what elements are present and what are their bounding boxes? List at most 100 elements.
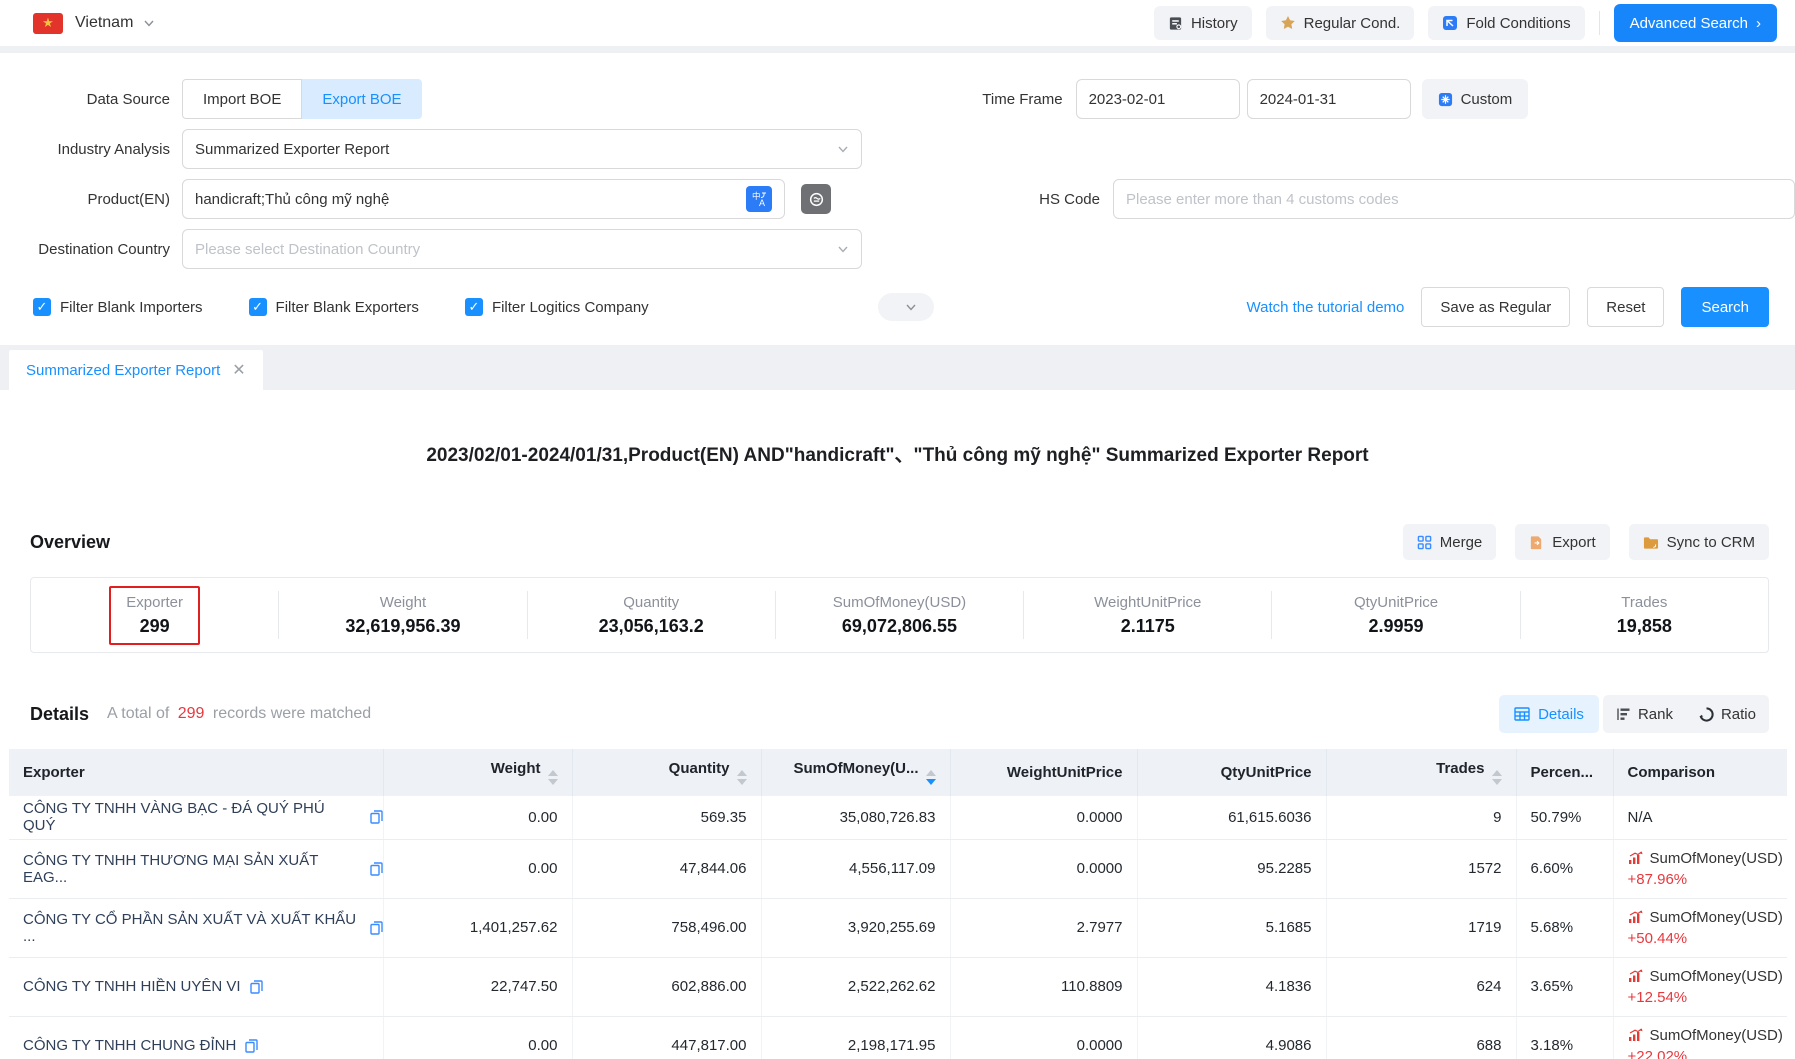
cell-quantity: 47,844.06 xyxy=(572,839,761,898)
import-boe-button[interactable]: Import BOE xyxy=(182,79,302,119)
chart-up-icon xyxy=(1628,851,1643,865)
star-icon xyxy=(1280,15,1296,31)
filter-blank-exporters-checkbox[interactable]: ✓ Filter Blank Exporters xyxy=(249,298,419,316)
col-comparison[interactable]: Comparison xyxy=(1613,749,1787,796)
form-row-industry: Industry Analysis Summarized Exporter Re… xyxy=(0,129,1795,169)
cell-weight: 0.00 xyxy=(383,796,572,839)
table-row[interactable]: CÔNG TY CỔ PHẦN SẢN XUẤT VÀ XUẤT KHẨU ..… xyxy=(9,898,1787,957)
custom-range-button[interactable]: Custom xyxy=(1422,79,1529,119)
collapse-conditions-button[interactable] xyxy=(878,293,934,321)
product-en-label: Product(EN) xyxy=(0,191,170,208)
exporter-name[interactable]: CÔNG TY CỔ PHẦN SẢN XUẤT VÀ XUẤT KHẨU ..… xyxy=(23,911,361,945)
close-icon[interactable]: ✕ xyxy=(232,360,245,380)
translate-icon[interactable]: 中A xyxy=(746,186,772,212)
table-row[interactable]: CÔNG TY TNHH CHUNG ĐỈNH 0.00 447,817.00 … xyxy=(9,1016,1787,1059)
filter-logitics-company-checkbox[interactable]: ✓ Filter Logitics Company xyxy=(465,298,649,316)
stat-value: 299 xyxy=(140,616,170,637)
stat-qty-unit-price: QtyUnitPrice 2.9959 xyxy=(1272,591,1520,639)
view-ratio-button[interactable]: Ratio xyxy=(1686,695,1769,733)
filter-blank-importers-checkbox[interactable]: ✓ Filter Blank Importers xyxy=(33,298,203,316)
stat-weight-unit-price: WeightUnitPrice2.1175 xyxy=(1024,591,1272,639)
sort-icon[interactable] xyxy=(548,770,558,785)
cell-weight: 1,401,257.62 xyxy=(383,898,572,957)
destination-country-select[interactable]: Please select Destination Country xyxy=(182,229,862,269)
exporter-name[interactable]: CÔNG TY TNHH CHUNG ĐỈNH xyxy=(23,1037,236,1054)
cell-qup: 61,615.6036 xyxy=(1137,796,1326,839)
sort-icon[interactable] xyxy=(1492,770,1502,785)
advanced-search-button[interactable]: Advanced Search › xyxy=(1614,4,1777,42)
table-row[interactable]: CÔNG TY TNHH HIỀN UYÊN VI 22,747.50 602,… xyxy=(9,957,1787,1016)
col-percent[interactable]: Percen... xyxy=(1516,749,1613,796)
checkbox-checked-icon: ✓ xyxy=(249,298,267,316)
table-row[interactable]: CÔNG TY TNHH THƯƠNG MẠI SẢN XUẤT EAG... … xyxy=(9,839,1787,898)
exporter-name[interactable]: CÔNG TY TNHH HIỀN UYÊN VI xyxy=(23,978,241,995)
exporter-highlight-box: Exporter 299 xyxy=(109,586,200,645)
reset-button[interactable]: Reset xyxy=(1587,287,1664,327)
exporter-name[interactable]: CÔNG TY TNHH THƯƠNG MẠI SẢN XUẤT EAG... xyxy=(23,852,361,886)
date-from-field[interactable] xyxy=(1076,79,1240,119)
stat-label: Quantity xyxy=(623,594,679,611)
rank-icon xyxy=(1616,707,1631,721)
cell-trades: 688 xyxy=(1326,1016,1516,1059)
topbar: ★ Vietnam History Regular Cond. Fold Con… xyxy=(0,0,1795,46)
stat-label: QtyUnitPrice xyxy=(1354,594,1438,611)
col-weight[interactable]: Weight xyxy=(383,749,572,796)
exporter-name[interactable]: CÔNG TY TNHH VÀNG BẠC - ĐÁ QUÝ PHÚ QUÝ xyxy=(23,800,361,834)
stat-label: Trades xyxy=(1621,594,1667,611)
copy-icon[interactable] xyxy=(370,862,383,876)
col-sum-of-money[interactable]: SumOfMoney(U... xyxy=(761,749,950,796)
col-quantity[interactable]: Quantity xyxy=(572,749,761,796)
country-selector-label[interactable]: Vietnam xyxy=(75,14,133,32)
chevron-down-icon[interactable] xyxy=(143,17,155,29)
cell-sum: 2,522,262.62 xyxy=(761,957,950,1016)
col-qty-unit-price[interactable]: QtyUnitPrice xyxy=(1137,749,1326,796)
cell-qup: 4.1836 xyxy=(1137,957,1326,1016)
save-as-regular-button[interactable]: Save as Regular xyxy=(1421,287,1570,327)
form-row-datasource: Data Source Import BOE Export BOE Option… xyxy=(0,79,1795,119)
export-button[interactable]: Export xyxy=(1515,524,1609,560)
copy-icon[interactable] xyxy=(250,980,263,994)
chevron-down-icon xyxy=(905,301,917,313)
checkbox-checked-icon: ✓ xyxy=(465,298,483,316)
cell-wup: 2.7977 xyxy=(950,898,1137,957)
matched-prefix: A total of xyxy=(107,705,169,722)
product-en-input[interactable] xyxy=(195,191,746,208)
view-rank-label: Rank xyxy=(1638,706,1673,723)
tab-summarized-exporter-report[interactable]: Summarized Exporter Report ✕ xyxy=(9,350,263,390)
regular-cond-button[interactable]: Regular Cond. xyxy=(1266,6,1415,40)
merge-button[interactable]: Merge xyxy=(1403,524,1497,560)
sync-to-crm-button[interactable]: Sync to CRM xyxy=(1629,524,1769,560)
details-table-wrap: Exporter Weight Quantity SumOfMoney(U...… xyxy=(9,749,1786,1059)
col-exporter[interactable]: Exporter xyxy=(9,749,383,796)
fuzzy-match-icon[interactable] xyxy=(801,184,831,214)
col-weight-unit-price[interactable]: WeightUnitPrice xyxy=(950,749,1137,796)
industry-analysis-select[interactable]: Summarized Exporter Report xyxy=(182,129,862,169)
data-source-label: Data Source xyxy=(0,91,170,108)
stat-value: 19,858 xyxy=(1617,616,1672,637)
history-button[interactable]: History xyxy=(1154,6,1252,40)
date-to-field[interactable] xyxy=(1247,79,1411,119)
view-details-button[interactable]: Details xyxy=(1499,695,1599,733)
product-en-field[interactable]: 中A xyxy=(182,179,785,219)
copy-icon[interactable] xyxy=(370,921,383,935)
sort-icon-active-desc[interactable] xyxy=(926,770,936,785)
col-trades[interactable]: Trades xyxy=(1326,749,1516,796)
stat-label: WeightUnitPrice xyxy=(1094,594,1201,611)
copy-icon[interactable] xyxy=(370,810,383,824)
stat-value: 2.9959 xyxy=(1369,616,1424,637)
search-button[interactable]: Search xyxy=(1681,287,1769,327)
copy-icon[interactable] xyxy=(245,1039,258,1053)
hs-code-input[interactable] xyxy=(1126,191,1782,208)
tutorial-demo-link[interactable]: Watch the tutorial demo xyxy=(1247,299,1405,316)
export-boe-button[interactable]: Export BOE xyxy=(302,79,421,119)
hs-code-field[interactable] xyxy=(1113,179,1795,219)
sync-to-crm-label: Sync to CRM xyxy=(1667,534,1755,551)
cell-comparison: SumOfMoney(USD) +87.96% xyxy=(1613,839,1787,898)
filter-blank-exporters-label: Filter Blank Exporters xyxy=(276,299,419,316)
sort-icon[interactable] xyxy=(737,770,747,785)
table-row[interactable]: CÔNG TY TNHH VÀNG BẠC - ĐÁ QUÝ PHÚ QUÝ 0… xyxy=(9,796,1787,839)
view-rank-button[interactable]: Rank xyxy=(1603,695,1686,733)
cell-trades: 1572 xyxy=(1326,839,1516,898)
fold-conditions-button[interactable]: Fold Conditions xyxy=(1428,6,1584,40)
overview-heading: Overview xyxy=(30,532,110,553)
